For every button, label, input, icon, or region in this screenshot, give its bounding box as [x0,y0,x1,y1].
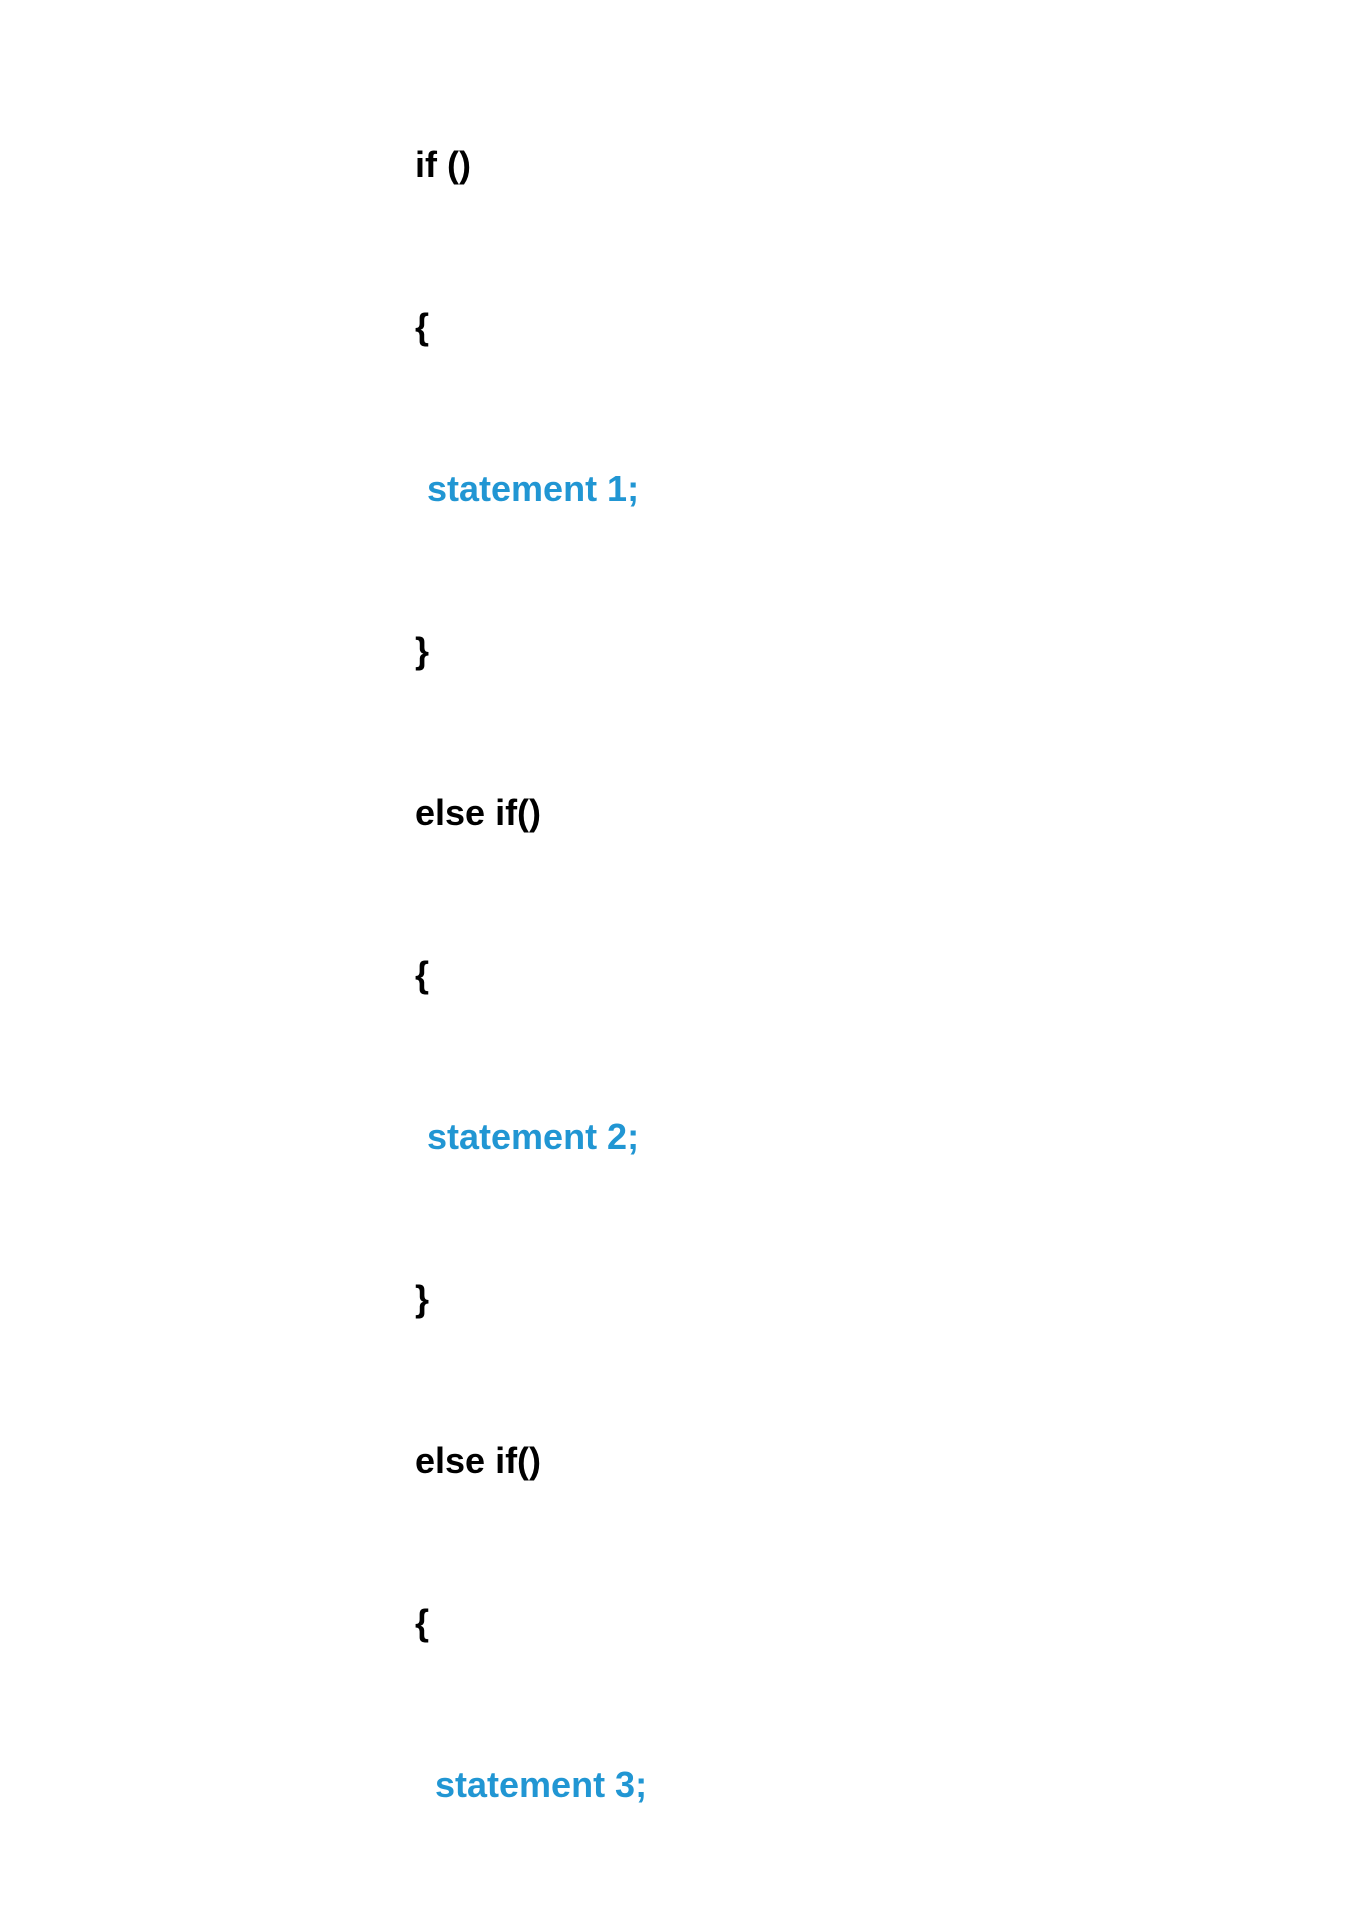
code-line-elseif-2: else if() [415,1434,647,1488]
code-line-statement-1: statement 1; [415,462,647,516]
code-line-statement-3: statement 3; [415,1758,647,1812]
code-line-if: if () [415,138,647,192]
code-line-open-brace: { [415,1596,647,1650]
code-line-close-brace: } [415,1272,647,1326]
code-snippet: if () { statement 1; } else if() { state… [415,30,647,1916]
code-line-elseif-1: else if() [415,786,647,840]
code-line-open-brace: { [415,300,647,354]
code-line-close-brace: } [415,624,647,678]
code-line-open-brace: { [415,948,647,1002]
code-line-statement-2: statement 2; [415,1110,647,1164]
